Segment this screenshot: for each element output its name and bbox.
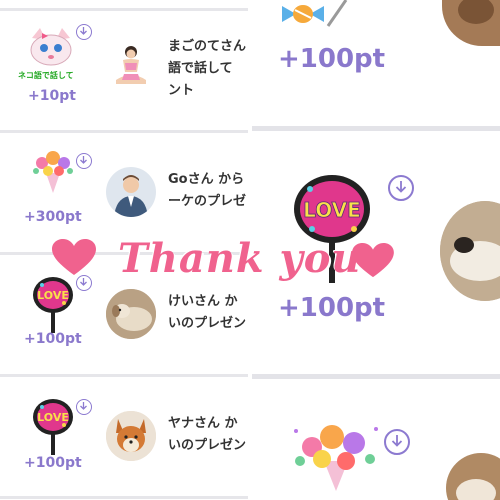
message-line: まごのてさん: [168, 39, 247, 54]
avatar: [440, 201, 500, 301]
points-value: +10pt: [28, 88, 76, 104]
gift-label: LOVE: [37, 289, 69, 302]
download-icon[interactable]: [388, 175, 414, 201]
avatar: [106, 167, 156, 217]
list-item[interactable]: +300pt Goさん から ーケのプレゼ: [0, 133, 248, 253]
message-line: ヤナさん か: [168, 416, 238, 431]
download-icon[interactable]: [76, 153, 92, 169]
gift-history-list-left: ネコ語で話して +10pt まごのてさん 語で話して ント +300pt Goさ…: [0, 0, 248, 500]
list-item[interactable]: +100pt: [252, 0, 500, 128]
list-item[interactable]: LOVE +100pt ヤナさん か いのプレゼン: [0, 377, 248, 497]
gift-label: LOVE: [37, 411, 69, 424]
gift-caption: ネコ語で話して: [18, 71, 74, 80]
points-value: +300pt: [24, 209, 82, 225]
gift-message: まごのてさん 語で話して ント: [168, 36, 248, 102]
avatar: [442, 0, 500, 46]
download-icon[interactable]: [384, 429, 410, 455]
row-divider: [0, 496, 248, 499]
candy-icon: [282, 0, 352, 32]
avatar: [106, 289, 156, 339]
message-line: ント: [168, 83, 195, 98]
message-line: ーケのプレゼ: [168, 194, 247, 209]
message-line: けいさん か: [168, 294, 238, 309]
love-uchiwa-icon: LOVE: [30, 275, 76, 335]
bouquet-icon: [290, 421, 382, 491]
points-value: +100pt: [24, 455, 82, 471]
neko-sticker-icon: ネコ語で話して: [18, 24, 80, 82]
message-line: いのプレゼン: [168, 438, 247, 453]
gift-message: ヤナさん か いのプレゼン: [168, 413, 248, 457]
avatar: [446, 453, 500, 500]
gift-label: LOVE: [303, 198, 361, 222]
message-line: Goさん から: [168, 172, 245, 187]
download-icon[interactable]: [76, 399, 92, 415]
points-value: +100pt: [24, 331, 82, 347]
list-item[interactable]: [252, 379, 500, 500]
avatar: [106, 40, 156, 90]
list-item[interactable]: LOVE +100pt けいさん か いのプレゼン: [0, 255, 248, 375]
love-uchiwa-icon: LOVE: [292, 173, 372, 283]
points-value: +100pt: [278, 44, 386, 74]
points-value: +100pt: [278, 293, 386, 323]
list-item[interactable]: ネコ語で話して +10pt まごのてさん 語で話して ント: [0, 10, 248, 130]
download-icon[interactable]: [76, 275, 92, 291]
gift-message: けいさん か いのプレゼン: [168, 291, 248, 335]
gift-history-list-right: +100pt LOVE +100pt: [252, 0, 500, 500]
message-line: いのプレゼン: [168, 316, 247, 331]
gift-message: Goさん から ーケのプレゼ: [168, 169, 248, 213]
message-line: 語で話して: [168, 61, 233, 76]
list-item[interactable]: LOVE +100pt: [252, 131, 500, 376]
love-uchiwa-icon: LOVE: [30, 397, 76, 457]
download-icon[interactable]: [76, 24, 92, 40]
avatar: [106, 411, 156, 461]
